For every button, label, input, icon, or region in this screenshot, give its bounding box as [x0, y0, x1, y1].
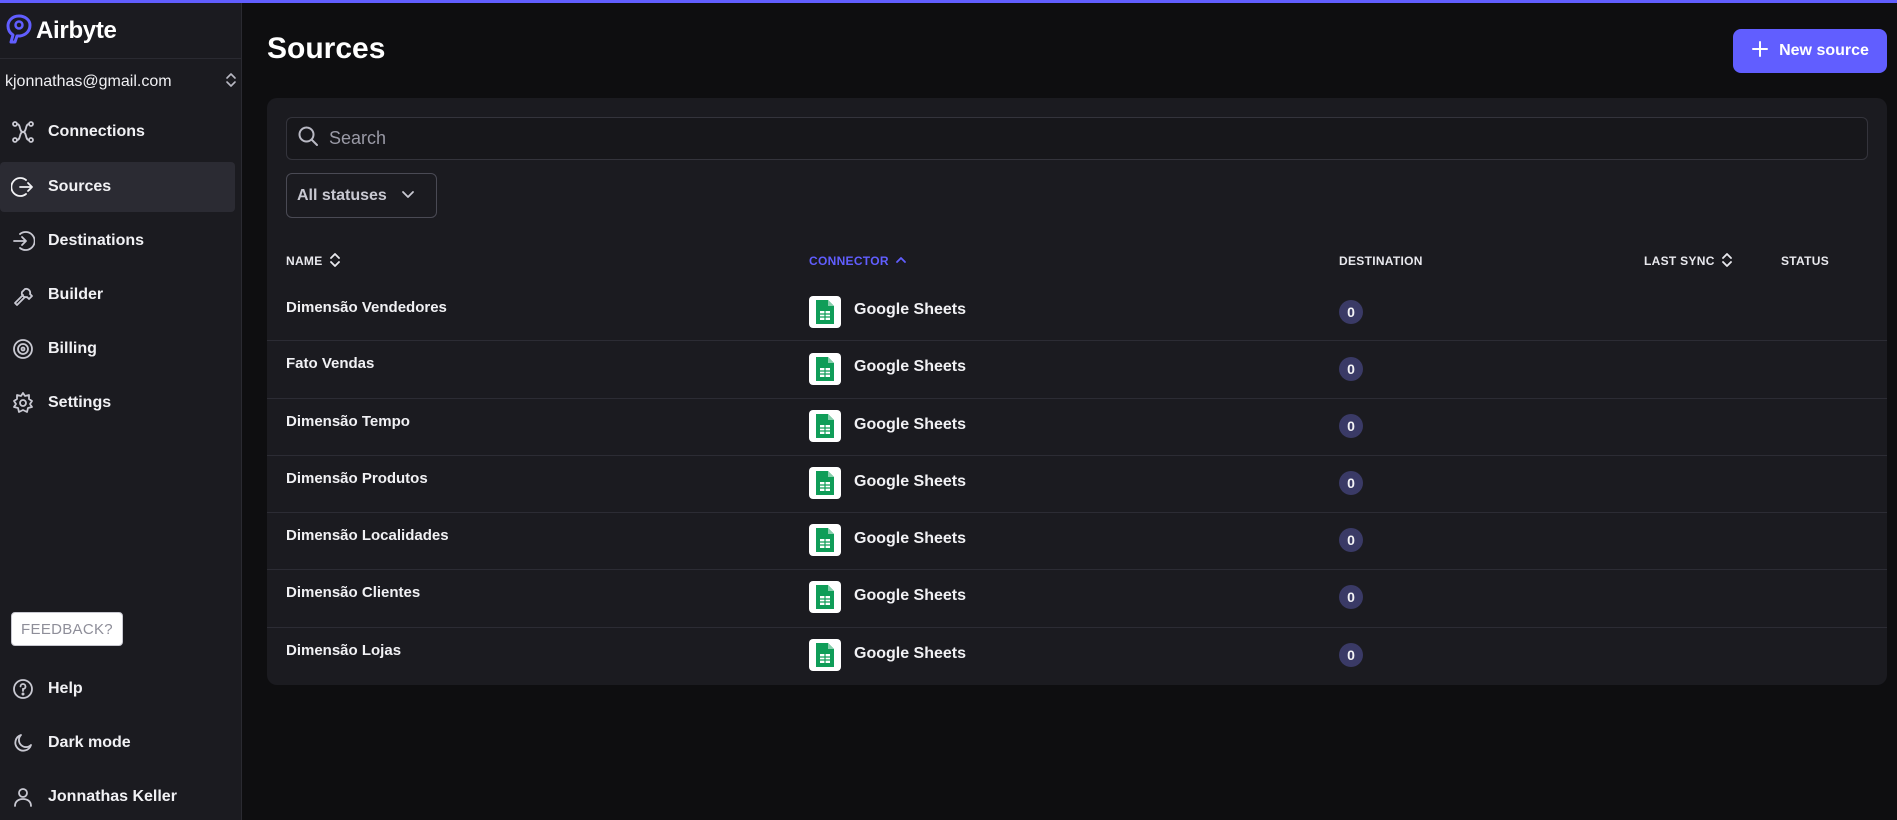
table-row[interactable]: Dimensão Produtos Google Sheets 0	[267, 456, 1887, 513]
connector-name: Google Sheets	[854, 301, 967, 318]
column-header-label: LAST SYNC	[1644, 254, 1715, 268]
page-title: Sources	[267, 32, 386, 65]
column-header-label: NAME	[286, 254, 323, 268]
workspace-email: kjonnathas@gmail.com	[5, 73, 172, 90]
source-name: Dimensão Clientes	[286, 584, 421, 601]
status-filter-value: All statuses	[297, 186, 387, 204]
table-row[interactable]: Fato Vendas Google Sheets 0	[267, 341, 1887, 398]
connector-name: Google Sheets	[854, 530, 967, 547]
source-name: Dimensão Lojas	[286, 642, 402, 659]
nav-label: Connections	[48, 123, 145, 140]
chevron-up-down-icon	[225, 72, 237, 93]
search-box[interactable]	[286, 117, 1868, 160]
chevron-down-icon	[401, 187, 415, 205]
table-row[interactable]: Dimensão Lojas Google Sheets 0	[267, 628, 1887, 685]
connections-icon	[10, 119, 36, 145]
brand[interactable]: Airbyte	[6, 14, 117, 49]
table-row[interactable]: Dimensão Tempo Google Sheets 0	[267, 399, 1887, 456]
google-sheets-icon	[809, 467, 841, 499]
column-header-label: DESTINATION	[1339, 254, 1423, 268]
sources-card: All statuses NAME CONNECTOR DESTINATION …	[267, 98, 1887, 685]
builder-icon	[10, 282, 36, 308]
airbyte-logo-icon	[6, 14, 32, 49]
sort-ascending-icon	[895, 254, 907, 268]
connector-name: Google Sheets	[854, 473, 967, 490]
google-sheets-icon	[809, 639, 841, 671]
destination-count-badge: 0	[1339, 585, 1363, 609]
google-sheets-icon	[809, 410, 841, 442]
new-source-label: New source	[1779, 42, 1869, 59]
google-sheets-icon	[809, 524, 841, 556]
nav-item-billing[interactable]: Billing	[0, 324, 235, 374]
new-source-button[interactable]: New source	[1733, 29, 1887, 73]
nav-item-dark-mode[interactable]: Dark mode	[0, 718, 235, 768]
nav-label: Jonnathas Keller	[48, 788, 177, 805]
nav-label: Billing	[48, 340, 97, 357]
workspace-selector[interactable]: kjonnathas@gmail.com	[5, 65, 237, 99]
connector-name: Google Sheets	[854, 645, 967, 662]
nav-item-user[interactable]: Jonnathas Keller	[0, 772, 235, 820]
destination-count-badge: 0	[1339, 528, 1363, 552]
destination-count-badge: 0	[1339, 357, 1363, 381]
nav-item-builder[interactable]: Builder	[0, 270, 235, 320]
divider	[0, 58, 241, 59]
google-sheets-icon	[809, 581, 841, 613]
nav-label: Dark mode	[48, 734, 131, 751]
billing-icon	[10, 336, 36, 362]
sources-icon	[10, 174, 36, 200]
table-row[interactable]: Dimensão Clientes Google Sheets 0	[267, 570, 1887, 627]
sort-icon	[1721, 252, 1733, 271]
gear-icon	[10, 390, 36, 416]
nav-label: Help	[48, 680, 83, 697]
table-row[interactable]: Dimensão Vendedores Google Sheets 0	[267, 284, 1887, 341]
nav-item-settings[interactable]: Settings	[0, 378, 235, 428]
nav-label: Sources	[48, 178, 112, 195]
source-name: Fato Vendas	[286, 355, 375, 372]
sort-icon	[329, 252, 341, 271]
column-header-destination: DESTINATION	[1339, 251, 1423, 271]
destinations-icon	[10, 228, 36, 254]
column-header-connector[interactable]: CONNECTOR	[809, 251, 907, 271]
search-icon	[297, 125, 319, 152]
nav-label: Destinations	[48, 232, 145, 249]
source-name: Dimensão Tempo	[286, 413, 410, 430]
help-icon	[10, 676, 36, 702]
source-name: Dimensão Vendedores	[286, 299, 447, 316]
source-name: Dimensão Localidades	[286, 527, 449, 544]
destination-count-badge: 0	[1339, 643, 1363, 667]
destination-count-badge: 0	[1339, 471, 1363, 495]
destination-count-badge: 0	[1339, 300, 1363, 324]
connector-name: Google Sheets	[854, 587, 967, 604]
sidebar: Airbyte kjonnathas@gmail.com Connections…	[0, 3, 242, 820]
search-input[interactable]	[329, 128, 1829, 149]
destination-count-badge: 0	[1339, 414, 1363, 438]
moon-icon	[10, 730, 36, 756]
plus-icon	[1751, 40, 1769, 63]
status-filter-dropdown[interactable]: All statuses	[286, 173, 437, 218]
google-sheets-icon	[809, 353, 841, 385]
column-header-last-sync[interactable]: LAST SYNC	[1644, 251, 1733, 271]
top-accent-bar	[0, 0, 1897, 3]
table-row[interactable]: Dimensão Localidades Google Sheets 0	[267, 513, 1887, 570]
column-header-name[interactable]: NAME	[286, 251, 341, 271]
google-sheets-icon	[809, 296, 841, 328]
user-icon	[10, 784, 36, 810]
feedback-button[interactable]: FEEDBACK?	[11, 612, 123, 646]
column-header-status: STATUS	[1781, 251, 1829, 271]
brand-name: Airbyte	[36, 17, 117, 44]
nav-item-destinations[interactable]: Destinations	[0, 216, 235, 266]
connector-name: Google Sheets	[854, 416, 967, 433]
nav-item-connections[interactable]: Connections	[0, 107, 235, 157]
source-name: Dimensão Produtos	[286, 470, 428, 487]
nav-label: Settings	[48, 394, 112, 411]
connector-name: Google Sheets	[854, 358, 967, 375]
column-header-label: STATUS	[1781, 254, 1830, 268]
column-header-label: CONNECTOR	[809, 254, 889, 268]
nav-label: Builder	[48, 286, 104, 303]
nav-item-sources[interactable]: Sources	[0, 162, 235, 212]
nav-item-help[interactable]: Help	[0, 664, 235, 714]
